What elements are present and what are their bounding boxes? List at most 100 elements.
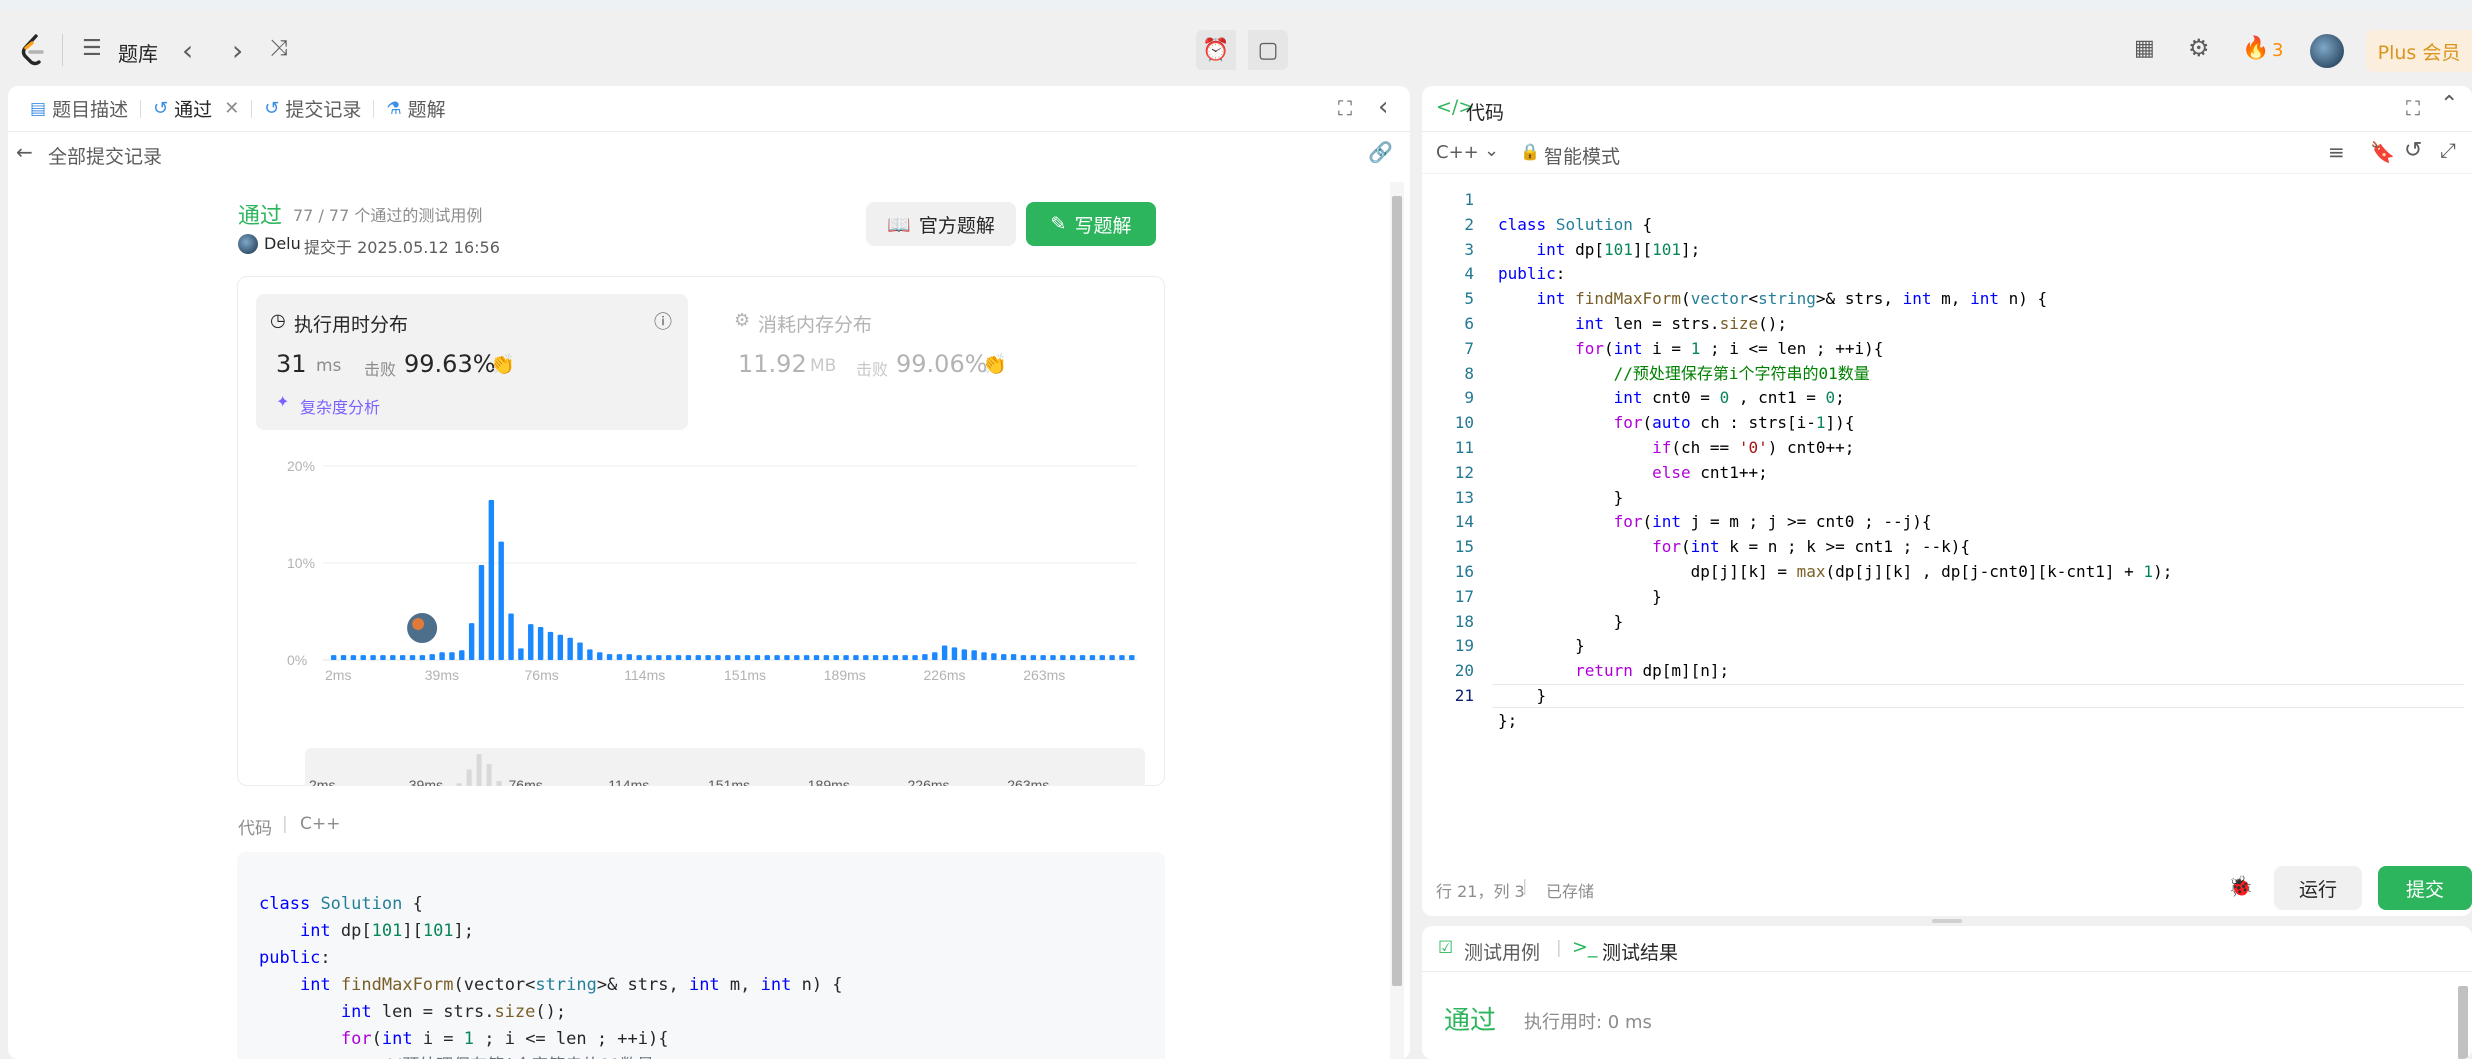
line-number: 4 — [1464, 264, 1474, 284]
histogram-bar — [1060, 655, 1066, 660]
submit-button[interactable]: 提交 — [2378, 866, 2472, 910]
tab-description[interactable]: ▤ 题目描述 — [22, 95, 136, 122]
histogram-bar — [360, 655, 366, 660]
histogram-bar — [557, 634, 564, 660]
tab-submissions[interactable]: ↺ 提交记录 — [256, 95, 369, 122]
settings-gear-icon[interactable]: ⚙ — [2188, 34, 2210, 62]
collapse-left-icon[interactable]: ‹ — [1378, 92, 1388, 122]
code-line: for(int j = m ; j >= cnt0 ; --j){ — [1613, 512, 1932, 532]
chevron-right-icon[interactable]: › — [232, 34, 243, 67]
runtime-title: 执行用时分布 — [294, 314, 409, 336]
flask-icon: ⚗ — [386, 98, 402, 119]
panel-resize-handle[interactable] — [1932, 919, 1962, 923]
write-solution-button[interactable]: ✎ 写题解 — [1026, 202, 1156, 246]
x-tick-label: 2ms — [325, 667, 351, 683]
histogram-bar — [1119, 655, 1125, 660]
code-line: for(auto ch : strs[i-1]){ — [1613, 413, 1855, 433]
username[interactable]: Delu — [264, 234, 301, 253]
problem-list-link[interactable]: 题库 — [118, 38, 158, 67]
histogram-bar — [665, 655, 672, 660]
code-line: //预处理保存第i个字符串的01数量 — [1498, 363, 1870, 383]
fullscreen-icon[interactable]: ⛶ — [2406, 96, 2420, 120]
histogram-bar — [932, 652, 938, 660]
line-number: 16 — [1454, 561, 1474, 581]
reset-icon[interactable]: ↺ — [2404, 138, 2422, 163]
sparkle-icon: ✦ — [276, 392, 290, 411]
results-scrollbar[interactable] — [2458, 986, 2468, 1059]
x-tick-label: 39ms — [425, 667, 459, 683]
book-icon: 📖 — [887, 213, 911, 236]
arrow-left-icon[interactable]: ← — [16, 140, 33, 164]
language-select[interactable]: C++ — [1436, 142, 1479, 163]
histogram-bar — [675, 655, 682, 660]
tab-testcases[interactable]: 测试用例 — [1464, 938, 1540, 965]
lock-icon: 🔒 — [1520, 142, 1540, 161]
runtime-card[interactable]: ◷ 执行用时分布 ⓘ 31 ms 击败 99.63% 👏 ✦ 复杂度分析 — [256, 294, 688, 430]
avatar[interactable] — [2310, 34, 2344, 68]
histogram-bar — [330, 655, 337, 660]
tab-accepted[interactable]: ↺ 通过 ✕ — [145, 95, 247, 122]
memory-beats: 99.06% — [896, 350, 988, 378]
memory-card[interactable]: ⚙ 消耗内存分布 11.92 MB 击败 99.06% 👏 — [718, 294, 1150, 430]
line-number: 1 — [1464, 190, 1474, 209]
streak-fire-icon[interactable]: 🔥 — [2242, 36, 2269, 61]
histogram-bar — [547, 631, 554, 660]
bookmark-icon[interactable]: 🔖 — [2370, 140, 2395, 164]
y-tick-label: 10% — [287, 555, 315, 571]
code-line: } — [1498, 586, 1662, 606]
alarm-clock-icon[interactable]: ⏰ — [1196, 30, 1236, 70]
code-line: for(int k = n ; k >= cnt1 ; --k){ — [1652, 537, 1971, 557]
histogram-bar — [380, 655, 386, 660]
edit-icon: ✎ — [1050, 213, 1067, 235]
mode-label[interactable]: 智能模式 — [1544, 142, 1620, 169]
scrollbar-thumb[interactable] — [1392, 196, 1402, 986]
official-solution-button[interactable]: 📖 官方题解 — [866, 202, 1016, 246]
code-line: int findMaxForm(vector<string>& strs, in… — [1536, 289, 2048, 309]
histogram-bar — [784, 655, 790, 660]
list-icon[interactable]: ☰ — [82, 36, 102, 61]
link-icon[interactable]: 🔗 — [1368, 140, 1393, 164]
line-number: 6 — [1464, 313, 1474, 333]
histogram-bar — [794, 655, 800, 660]
line-number: 9 — [1464, 388, 1474, 408]
results-tabs: ☑ 测试用例 | >_ 测试结果 — [1422, 926, 2472, 972]
histogram-bar — [409, 655, 416, 660]
histogram-bar — [892, 655, 899, 660]
complexity-analysis-link[interactable]: 复杂度分析 — [300, 394, 380, 418]
code-preview[interactable]: class Solution { int dp[101][101]; public… — [237, 852, 1165, 1059]
debug-icon[interactable]: 🐞 — [2228, 874, 2253, 898]
info-icon[interactable]: ⓘ — [654, 308, 672, 334]
leetcode-logo-icon[interactable] — [18, 30, 48, 70]
format-icon[interactable]: ≡ — [2328, 140, 2345, 164]
chevron-down-icon[interactable]: ⌄ — [1484, 140, 1499, 161]
line-number: 5 — [1464, 289, 1474, 309]
chevron-left-icon[interactable]: ‹ — [182, 34, 193, 67]
note-icon[interactable]: ▢ — [1248, 30, 1288, 70]
code-line: for(int i = 1 ; i <= len ; ++i){ — [1575, 338, 1884, 358]
runtime-histogram[interactable]: 20% 10% 0% 2ms 39ms 76ms 114ms 151ms 189ms 226ms 2… — [237, 440, 1165, 786]
tab-solutions[interactable]: ⚗ 题解 — [378, 95, 453, 122]
histogram-bar — [922, 654, 928, 660]
code-preview-line: int dp[101][101]; — [299, 921, 475, 941]
collapse-up-icon[interactable]: ⌃ — [2440, 92, 2458, 117]
shuffle-icon[interactable]: ⤨ — [270, 36, 288, 61]
histogram-bar — [449, 652, 455, 660]
histogram-bar — [734, 655, 741, 660]
histogram-bar — [528, 624, 534, 660]
line-number: 8 — [1464, 363, 1474, 383]
clock-icon: ◷ — [270, 310, 286, 331]
line-number: 12 — [1454, 462, 1474, 482]
expand-icon[interactable]: ⤢ — [2440, 138, 2456, 162]
close-icon[interactable]: ✕ — [224, 98, 239, 119]
tab-test-results[interactable]: 测试结果 — [1602, 938, 1678, 965]
run-button[interactable]: 运行 — [2274, 866, 2362, 910]
histogram-bar — [912, 655, 918, 660]
code-editor[interactable]: class Solution { int dp[101][101]; public… — [1498, 188, 2458, 734]
histogram-bar — [537, 627, 544, 660]
chip-icon: ⚙ — [734, 310, 751, 331]
history-icon: ↺ — [153, 98, 169, 119]
layout-icon[interactable]: ▦ — [2134, 36, 2155, 61]
all-submissions-link[interactable]: 全部提交记录 — [48, 142, 162, 169]
plus-member-button[interactable]: Plus 会员 — [2366, 30, 2472, 72]
fullscreen-icon[interactable]: ⛶ — [1338, 96, 1352, 120]
